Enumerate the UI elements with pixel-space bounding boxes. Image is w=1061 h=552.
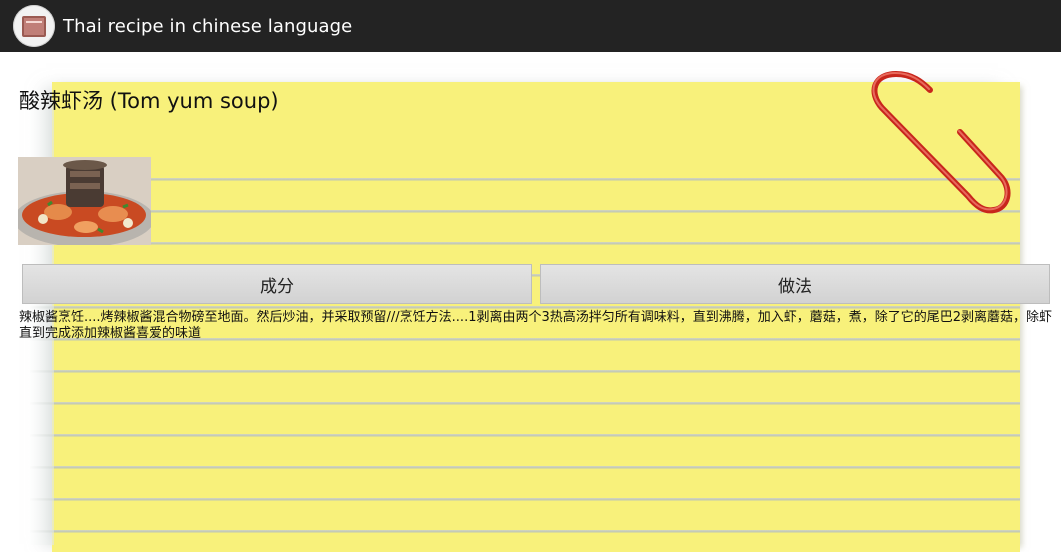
app-bar: Thai recipe in chinese language — [0, 0, 1061, 52]
recipe-book-icon[interactable] — [13, 5, 55, 47]
tom-yum-soup-photo-art — [18, 157, 151, 245]
app-title: Thai recipe in chinese language — [63, 15, 353, 37]
method-tab-button[interactable]: 做法 — [540, 264, 1050, 304]
recipe-text: 辣椒酱烹饪....烤辣椒酱混合物磅至地面。然后炒油，并采取预留///烹饪方法..… — [19, 310, 1053, 341]
recipe-title: 酸辣虾汤 (Tom yum soup) — [19, 89, 279, 113]
ingredients-tab-button[interactable]: 成分 — [22, 264, 532, 304]
tom-yum-soup-photo — [18, 157, 151, 245]
recipe-content: 酸辣虾汤 (Tom yum soup) 成分 做法 辣椒酱烹饪....烤辣椒酱混… — [0, 52, 1061, 545]
